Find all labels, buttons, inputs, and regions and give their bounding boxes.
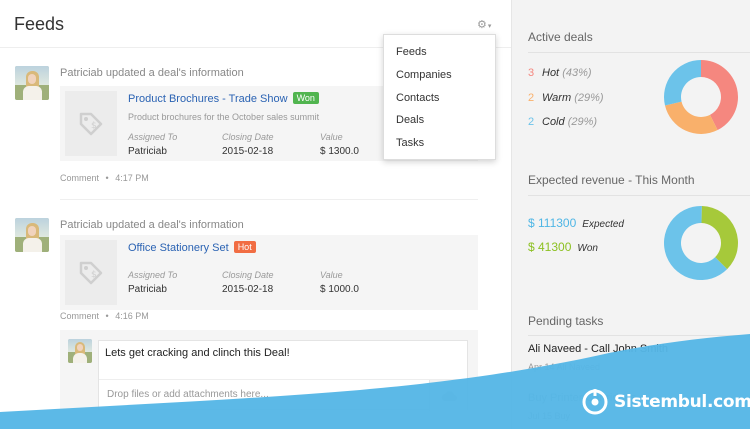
drop-zone-placeholder: Drop files or add attachments here... — [107, 389, 269, 400]
bullet-separator: • — [105, 173, 109, 183]
menu-item-contacts[interactable]: Contacts — [396, 92, 439, 104]
comment-text: Lets get cracking and clinch this Deal! — [105, 347, 290, 359]
avatar[interactable] — [15, 66, 49, 100]
assigned-to-label: Assigned To — [128, 270, 178, 280]
closing-date-value: 2015-02-18 — [222, 146, 274, 157]
menu-item-companies[interactable]: Companies — [396, 69, 452, 81]
value-label: Value — [320, 270, 343, 280]
deal-description: Product brochures for the October sales … — [128, 112, 320, 122]
upload-button[interactable] — [429, 380, 467, 411]
gear-icon: ⚙ — [477, 19, 487, 31]
comment-composer: Lets get cracking and clinch this Deal! … — [60, 330, 478, 429]
feed-author-action: Patriciab updated a deal's information — [60, 67, 244, 79]
svg-text:$: $ — [91, 121, 97, 131]
legend-item-cold: 2 Cold (29%) — [528, 116, 598, 128]
donut-slice-won — [701, 206, 738, 270]
timestamp: 4:16 PM — [115, 311, 149, 321]
value-label: Value — [320, 132, 343, 142]
value-amount: $ 1000.0 — [320, 284, 359, 295]
donut-slice-warm — [665, 101, 718, 134]
feed-divider — [60, 199, 478, 200]
value-amount: $ 1300.0 — [320, 146, 359, 157]
expected-amount: $ 111300 — [528, 216, 577, 230]
expected-label: Expected — [582, 219, 624, 230]
comment-link[interactable]: Comment — [60, 173, 99, 183]
closing-date-label: Closing Date — [222, 132, 274, 142]
page-title: Feeds — [14, 14, 65, 34]
donut-slice-cold — [664, 60, 701, 106]
section-divider — [528, 52, 750, 53]
brand-text: Sistembul.com — [614, 392, 750, 412]
sidebar: Active deals 3 Hot (43%) 2 Warm (29%) 2 Col… — [512, 0, 750, 429]
section-divider — [528, 195, 750, 196]
brand-logo-icon — [582, 389, 608, 415]
menu-item-deals[interactable]: Deals — [396, 114, 424, 126]
won-label: Won — [577, 243, 598, 254]
cloud-upload-icon — [441, 390, 457, 401]
expected-revenue-title: Expected revenue - This Month — [528, 173, 695, 187]
deal-title-link[interactable]: Office Stationery Set Hot — [128, 241, 256, 254]
avatar[interactable] — [15, 218, 49, 252]
deal-title-link[interactable]: Product Brochures - Trade Show Won — [128, 92, 319, 105]
revenue-won-row: $ 41300 Won — [528, 240, 598, 254]
comment-link[interactable]: Comment — [60, 311, 99, 321]
comment-row: Comment • 4:16 PM — [60, 311, 149, 321]
section-divider — [528, 335, 750, 336]
legend-item-warm: 2 Warm (29%) — [528, 92, 604, 104]
task-item-meta: Jul 15 Buy — [528, 411, 571, 421]
feed-author-action: Patriciab updated a deal's information — [60, 219, 244, 231]
active-deals-donut-chart — [664, 60, 738, 134]
won-amount: $ 41300 — [528, 240, 572, 254]
assigned-to-label: Assigned To — [128, 132, 178, 142]
deal-title-text: Office Stationery Set — [128, 242, 229, 254]
attachment-drop-zone[interactable]: Drop files or add attachments here... — [99, 379, 467, 411]
pending-tasks-title: Pending tasks — [528, 314, 604, 328]
active-deals-title: Active deals — [528, 30, 593, 44]
closing-date-label: Closing Date — [222, 270, 274, 280]
settings-menu-button[interactable]: ⚙▾ — [477, 18, 491, 31]
revenue-expected-row: $ 111300 Expected — [528, 216, 624, 230]
menu-item-feeds[interactable]: Feeds — [396, 46, 427, 58]
menu-item-tasks[interactable]: Tasks — [396, 137, 424, 149]
timestamp: 4:17 PM — [115, 173, 149, 183]
avatar — [68, 339, 92, 363]
chevron-down-icon: ▾ — [487, 23, 492, 30]
watermark-logo: Sistembul.com — [582, 389, 750, 415]
deal-tag-icon: $ — [65, 91, 117, 156]
comment-input[interactable]: Lets get cracking and clinch this Deal! … — [98, 340, 468, 411]
assigned-to-value: Patriciab — [128, 284, 167, 295]
comment-row: Comment • 4:17 PM — [60, 173, 149, 183]
feed-filter-dropdown: Feeds Companies Contacts Deals Tasks — [383, 34, 496, 160]
bullet-separator: • — [105, 311, 109, 321]
task-item-meta: Apr 14 Ali Naveed — [528, 362, 601, 372]
feeds-panel: Feeds ⚙▾ Patriciab updated a deal's info… — [0, 0, 512, 429]
closing-date-value: 2015-02-18 — [222, 284, 274, 295]
task-item-title[interactable]: Ali Naveed - Call John Smith — [528, 343, 668, 355]
expected-revenue-donut-chart — [664, 206, 738, 280]
status-badge: Won — [292, 92, 319, 104]
deal-tag-icon: $ — [65, 240, 117, 305]
svg-text:$: $ — [91, 270, 97, 280]
crm-dashboard: Feeds ⚙▾ Patriciab updated a deal's info… — [0, 0, 750, 429]
status-badge: Hot — [233, 241, 256, 253]
assigned-to-value: Patriciab — [128, 146, 167, 157]
deal-card: $ Office Stationery Set Hot Assigned To P… — [60, 235, 478, 310]
deal-title-text: Product Brochures - Trade Show — [128, 93, 288, 105]
legend-item-hot: 3 Hot (43%) — [528, 67, 592, 79]
